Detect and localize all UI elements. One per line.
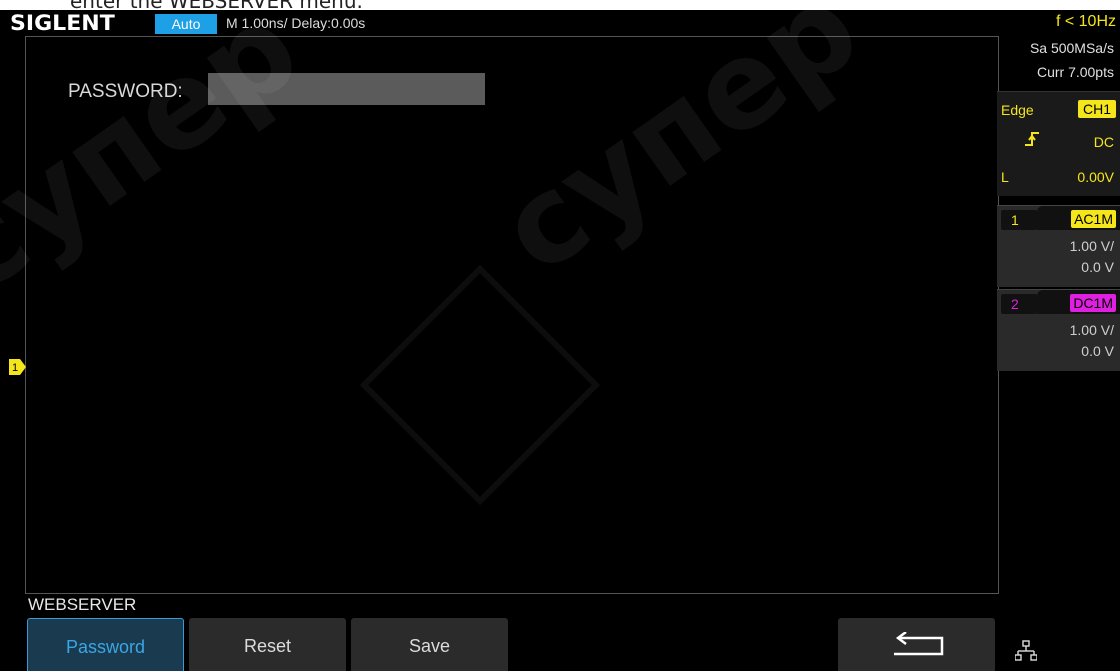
channel-2-offset: 0.0 V — [1081, 343, 1114, 359]
top-status-bar: SIGLENT Auto M 1.00ns/ Delay:0.00s f < 1… — [0, 10, 1120, 36]
current-points: Curr 7.00pts — [1036, 64, 1114, 80]
network-icon — [1015, 640, 1037, 661]
timebase-readout: M 1.00ns/ Delay:0.00s — [226, 15, 366, 31]
channel-2-panel[interactable]: 2 DC1M 1.00 V/ 0.0 V — [997, 289, 1120, 371]
ch1-level-marker[interactable]: 1 — [9, 359, 27, 375]
trigger-level-label: L — [1001, 169, 1009, 185]
channel-1-scale: 1.00 V/ — [1069, 238, 1114, 254]
password-label: PASSWORD: — [68, 81, 183, 102]
document-caption: enter the WEBSERVER menu. — [70, 0, 363, 10]
trigger-type: Edge — [1001, 102, 1034, 118]
password-input[interactable] — [208, 73, 485, 105]
channel-2-coupling-badge: DC1M — [1070, 294, 1116, 312]
rising-edge-icon — [1025, 132, 1039, 146]
password-softkey[interactable]: Password — [27, 618, 184, 671]
trigger-level: 0.00V — [1077, 169, 1114, 185]
channel-1-number: 1 — [1001, 210, 1037, 230]
back-softkey[interactable] — [838, 618, 995, 671]
trigger-mode-badge[interactable]: Auto — [155, 14, 217, 34]
channel-2-number: 2 — [1001, 294, 1037, 314]
trigger-source-badge: CH1 — [1077, 100, 1116, 118]
menu-title: WEBSERVER — [28, 595, 137, 614]
document-caption-strip: enter the WEBSERVER menu. — [0, 0, 1120, 10]
sample-rate: Sa 500MSa/s — [1029, 40, 1114, 56]
trigger-panel[interactable]: Edge CH1 DC L 0.00V — [997, 91, 1120, 196]
save-softkey[interactable]: Save — [351, 618, 508, 671]
channel-1-coupling-badge: AC1M — [1071, 210, 1116, 228]
reset-softkey[interactable]: Reset — [189, 618, 346, 671]
frequency-readout: f < 10Hz — [1055, 13, 1116, 30]
trigger-coupling: DC — [1093, 134, 1114, 150]
ch1-marker-label: 1 — [12, 362, 18, 374]
waveform-display — [25, 36, 999, 594]
channel-1-offset: 0.0 V — [1081, 259, 1114, 275]
channel-2-scale: 1.00 V/ — [1069, 322, 1114, 338]
return-arrow-icon — [893, 632, 943, 656]
channel-1-panel[interactable]: 1 AC1M 1.00 V/ 0.0 V — [997, 205, 1120, 287]
brand-logo: SIGLENT — [10, 11, 115, 35]
